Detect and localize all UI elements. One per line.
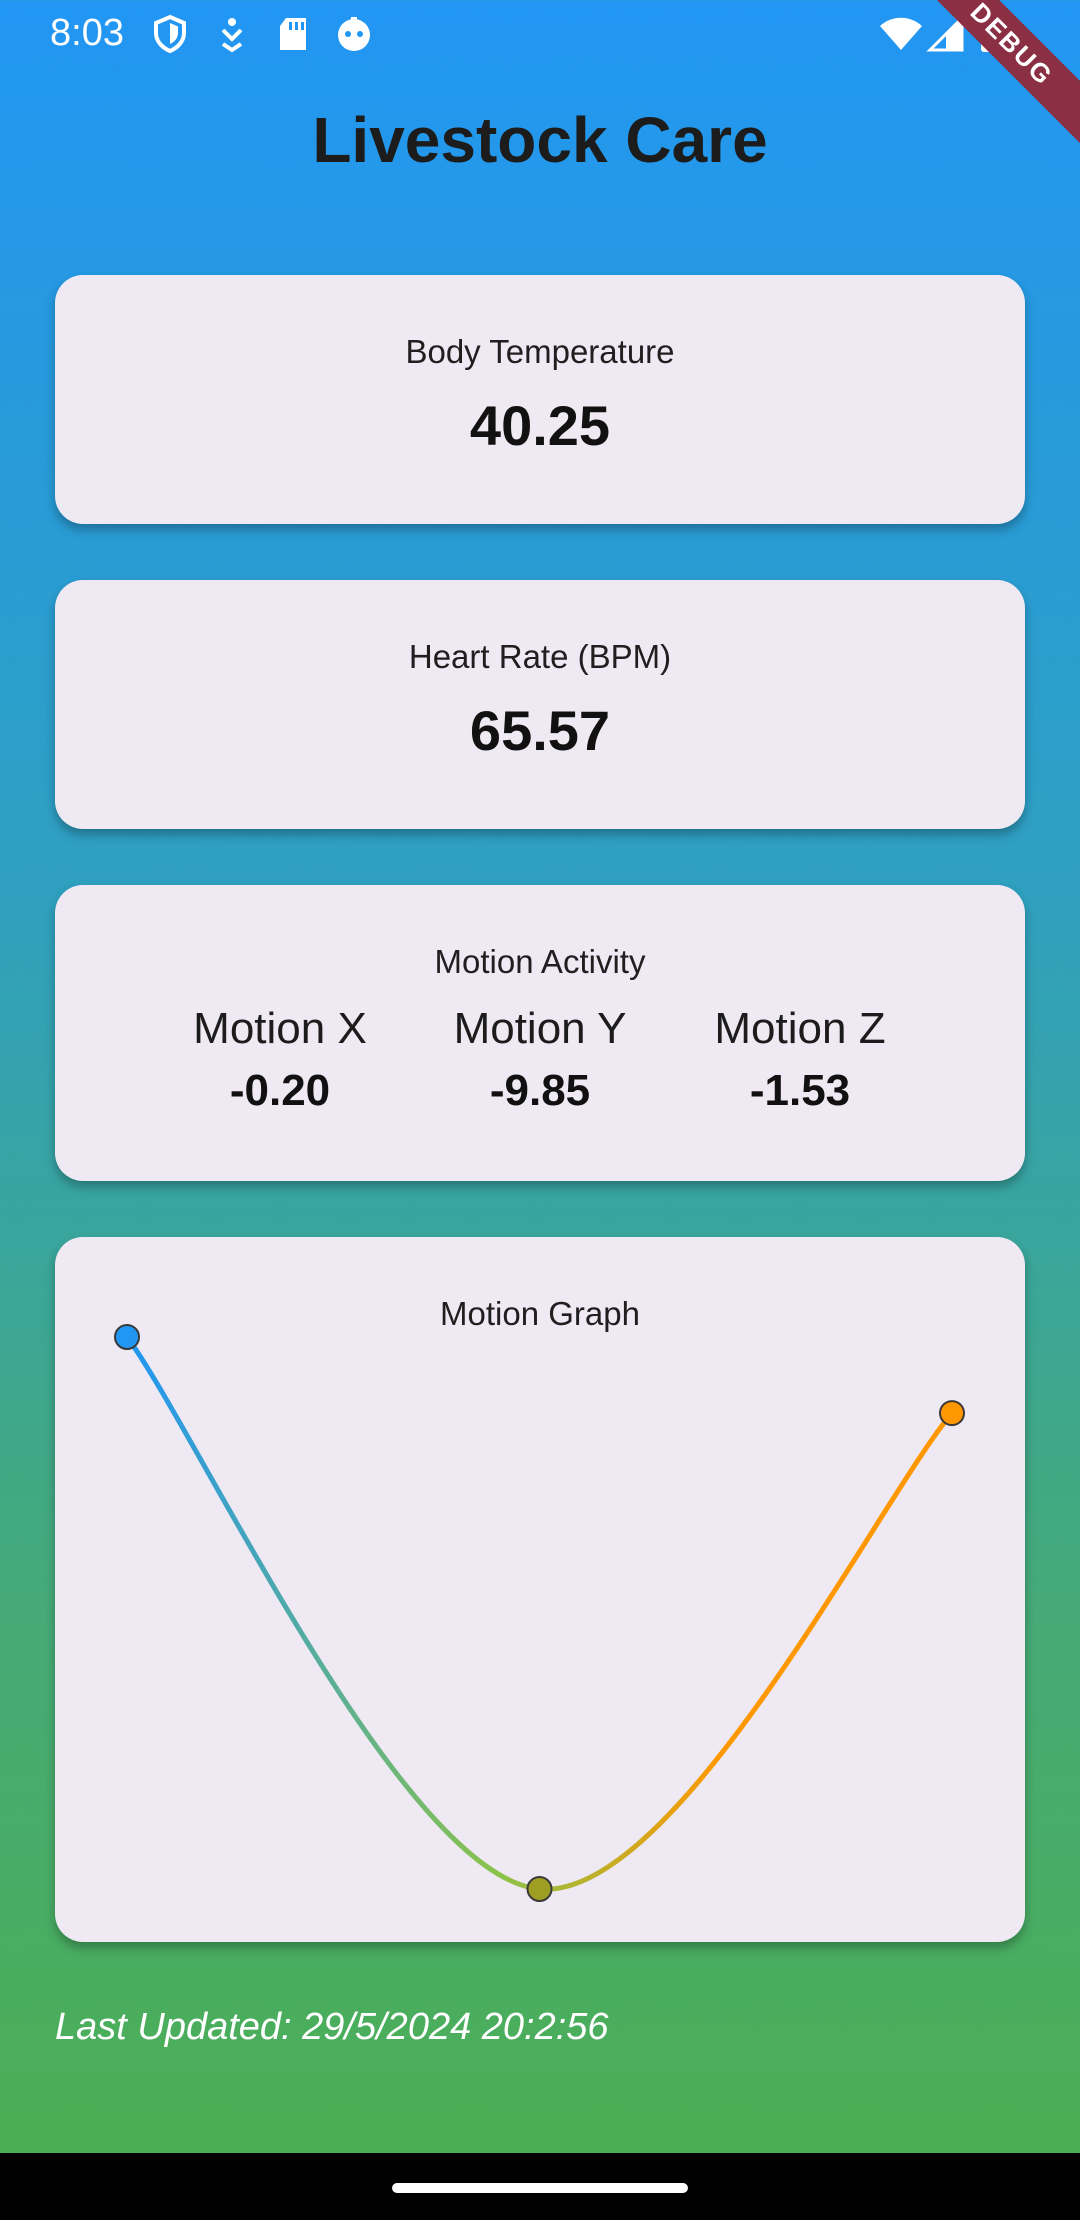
- last-updated: Last Updated: 29/5/2024 20:2:56: [55, 2006, 609, 2048]
- body-temperature-label: Body Temperature: [405, 333, 675, 370]
- motion-series-line: [124, 1334, 955, 1892]
- download-icon: [221, 18, 243, 53]
- motion-y-value: -9.85: [489, 1066, 591, 1115]
- motion-x-value: -0.20: [229, 1066, 331, 1115]
- home-gesture-handle[interactable]: [392, 2183, 688, 2193]
- motion-graph-chart: [114, 1324, 965, 1902]
- shield-icon: [154, 14, 186, 54]
- robot-icon: [338, 17, 370, 51]
- heart-rate-card: Heart Rate (BPM) 65.57: [55, 580, 1025, 829]
- motion-graph-label: Motion Graph: [440, 1295, 640, 1332]
- sd-card-icon: [280, 18, 306, 50]
- navigation-bar: [0, 2153, 1080, 2220]
- motion-z-value: -1.53: [749, 1066, 851, 1115]
- motion-y-label: Motion Y: [453, 1004, 627, 1053]
- status-time: 8:03: [50, 12, 124, 54]
- body-temperature-card: Body Temperature 40.25: [55, 275, 1025, 524]
- motion-y-column: Motion Y -9.85: [390, 1003, 690, 1119]
- motion-activity-label: Motion Activity: [434, 943, 646, 980]
- motion-graph-card: Motion Graph: [55, 1237, 1025, 1942]
- motion-x-column: Motion X -0.20: [130, 1003, 430, 1119]
- wifi-icon: [880, 17, 922, 50]
- motion-data-point: [939, 1400, 965, 1427]
- heart-rate-label: Heart Rate (BPM): [408, 638, 672, 675]
- motion-z-label: Motion Z: [714, 1004, 886, 1053]
- status-bar: 8:03: [0, 0, 1080, 66]
- page-title: Livestock Care: [312, 104, 768, 176]
- motion-x-label: Motion X: [193, 1004, 367, 1053]
- heart-rate-value: 65.57: [469, 699, 611, 762]
- motion-data-point: [526, 1876, 553, 1902]
- body-temperature-value: 40.25: [469, 394, 611, 457]
- motion-activity-card: Motion Activity Motion X -0.20 Motion Y …: [55, 885, 1025, 1181]
- motion-z-column: Motion Z -1.53: [650, 1003, 950, 1119]
